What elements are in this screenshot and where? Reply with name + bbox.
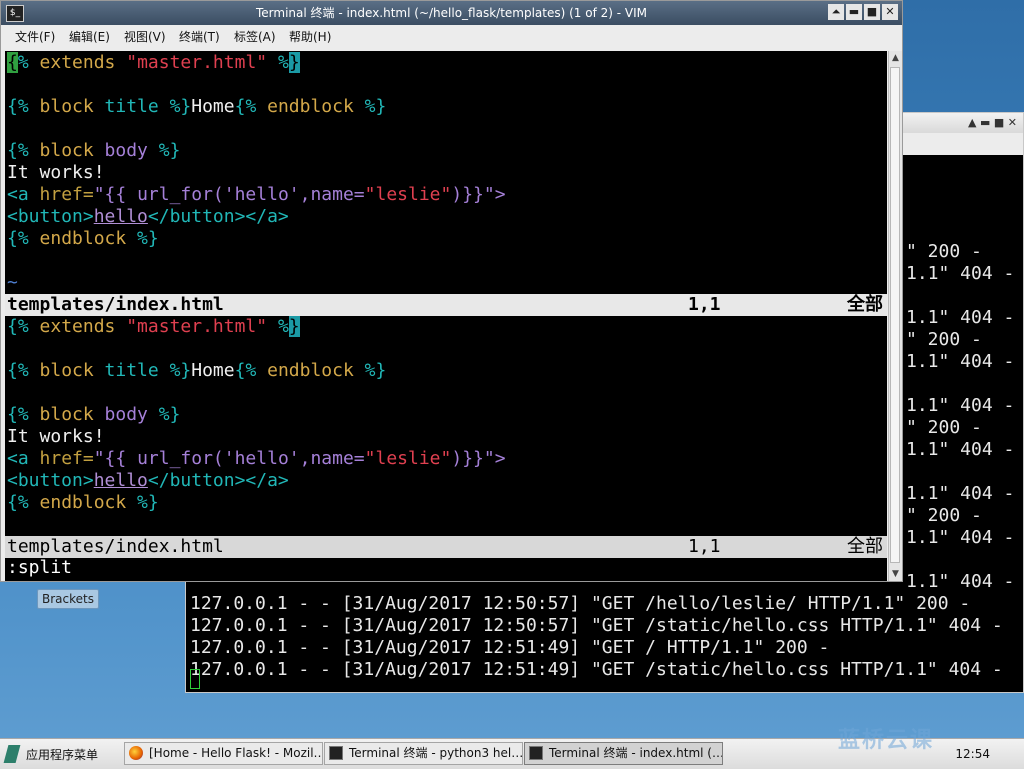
terminal-log-line: 1.1" 404 -: [906, 263, 1015, 284]
terminal-log-line: 1.1" 404 -: [906, 483, 1015, 504]
status-filename: templates/index.html: [7, 294, 224, 315]
menu-edit[interactable]: 编辑(E): [69, 25, 110, 49]
clock[interactable]: 12:54: [955, 739, 990, 769]
terminal-log-line: 127.0.0.1 - - [31/Aug/2017 12:50:57] "GE…: [190, 593, 971, 614]
code-line-block-title: {% block title %}Home{% endblock %}: [7, 96, 387, 117]
code-line-it-works: It works!: [7, 426, 105, 447]
menu-terminal[interactable]: 终端(T): [179, 25, 220, 49]
terminal-log-line: 127.0.0.1 - - [31/Aug/2017 12:50:57] "GE…: [190, 615, 1003, 636]
status-cursor-position: 1,1: [688, 536, 721, 557]
code-line-button: <button>hello</button></a>: [7, 470, 289, 491]
code-line-it-works: It works!: [7, 162, 105, 183]
status-line-bottom: templates/index.html 1,1 全部: [5, 536, 887, 558]
taskbar-item-terminal-python[interactable]: Terminal 终端 - python3 hel…: [324, 742, 523, 765]
terminal-log-line: 1.1" 404 -: [906, 571, 1015, 592]
code-line-endblock: {% endblock %}: [7, 228, 159, 249]
code-line-button: <button>hello</button></a>: [7, 206, 289, 227]
vertical-scrollbar[interactable]: ▲ ▼: [888, 51, 902, 581]
status-cursor-position: 1,1: [688, 294, 721, 315]
status-scroll: 全部: [847, 294, 883, 315]
terminal-cursor: [190, 669, 200, 689]
terminal-log-line: 127.0.0.1 - - [31/Aug/2017 12:51:49] "GE…: [190, 637, 830, 658]
code-line-endblock: {% endblock %}: [7, 492, 159, 513]
code-line-extends: {% extends "master.html" %}: [7, 316, 300, 337]
scroll-up-arrow-icon[interactable]: ▲: [889, 51, 902, 65]
terminal-log-line: 1.1" 404 -: [906, 395, 1015, 416]
code-line-block-body: {% block body %}: [7, 404, 181, 425]
status-scroll: 全部: [847, 536, 883, 557]
applications-menu-icon: [3, 745, 21, 763]
shade-button[interactable]: ⏶: [828, 4, 844, 20]
terminal-log-line: " 200 -: [906, 329, 982, 350]
terminal-log-line: 1.1" 404 -: [906, 439, 1015, 460]
code-line-anchor: <a href="{{ url_for('hello',name="leslie…: [7, 448, 506, 469]
terminal-log-line: " 200 -: [906, 241, 982, 262]
window-titlebar[interactable]: $_ Terminal 终端 - index.html (~/hello_fla…: [1, 1, 902, 25]
firefox-icon: [129, 746, 143, 760]
vim-editor[interactable]: {% extends "master.html" %} {% block tit…: [5, 51, 887, 581]
menu-file[interactable]: 文件(F): [15, 25, 55, 49]
code-line-anchor: <a href="{{ url_for('hello',name="leslie…: [7, 184, 506, 205]
applications-menu[interactable]: 应用程序菜单: [3, 743, 99, 765]
menubar: 文件(F) 编辑(E) 视图(V) 终端(T) 标签(A) 帮助(H): [1, 25, 902, 49]
taskbar-item-firefox[interactable]: [Home - Hello Flask! - Mozil…: [124, 742, 323, 765]
terminal-log-line: 1.1" 404 -: [906, 307, 1015, 328]
terminal-log-line: 1.1" 404 -: [906, 351, 1015, 372]
window-title: Terminal 终端 - index.html (~/hello_flask/…: [255, 6, 648, 20]
terminal-log-line: 1.1" 404 -: [906, 527, 1015, 548]
close-button[interactable]: ✕: [882, 4, 898, 20]
code-line-block-body: {% block body %}: [7, 140, 181, 161]
menu-view[interactable]: 视图(V): [124, 25, 166, 49]
terminal-icon: [529, 746, 543, 760]
taskbar-item-terminal-vim[interactable]: Terminal 终端 - index.html (…: [524, 742, 723, 765]
scrollbar-thumb[interactable]: [890, 67, 900, 563]
code-line-block-title: {% block title %}Home{% endblock %}: [7, 360, 387, 381]
terminal-log-line: " 200 -: [906, 417, 982, 438]
watermark-logo: 蓝桥云课: [838, 728, 935, 753]
status-line-top: templates/index.html 1,1 全部: [5, 294, 887, 316]
code-line-extends: {% extends "master.html" %}: [7, 52, 300, 73]
terminal-icon: [329, 746, 343, 760]
maximize-button[interactable]: ■: [864, 4, 880, 20]
window-controls-icon[interactable]: ▲ ▬ ■ ✕: [968, 116, 1017, 129]
scroll-down-arrow-icon[interactable]: ▼: [889, 567, 902, 581]
menu-help[interactable]: 帮助(H): [289, 25, 331, 49]
status-filename: templates/index.html: [7, 536, 224, 557]
terminal-log-line: 127.0.0.1 - - [31/Aug/2017 12:51:49] "GE…: [190, 659, 1003, 680]
empty-line-tilde: ~: [7, 272, 18, 293]
desktop-icon-brackets[interactable]: Brackets: [37, 589, 99, 609]
vim-command-line[interactable]: :split: [7, 557, 72, 579]
applications-menu-label: 应用程序菜单: [26, 747, 99, 762]
minimize-button[interactable]: ▬: [846, 4, 862, 20]
terminal-log-line: " 200 -: [906, 505, 982, 526]
menu-tabs[interactable]: 标签(A): [234, 25, 276, 49]
vim-terminal-window[interactable]: $_ Terminal 终端 - index.html (~/hello_fla…: [0, 0, 903, 582]
